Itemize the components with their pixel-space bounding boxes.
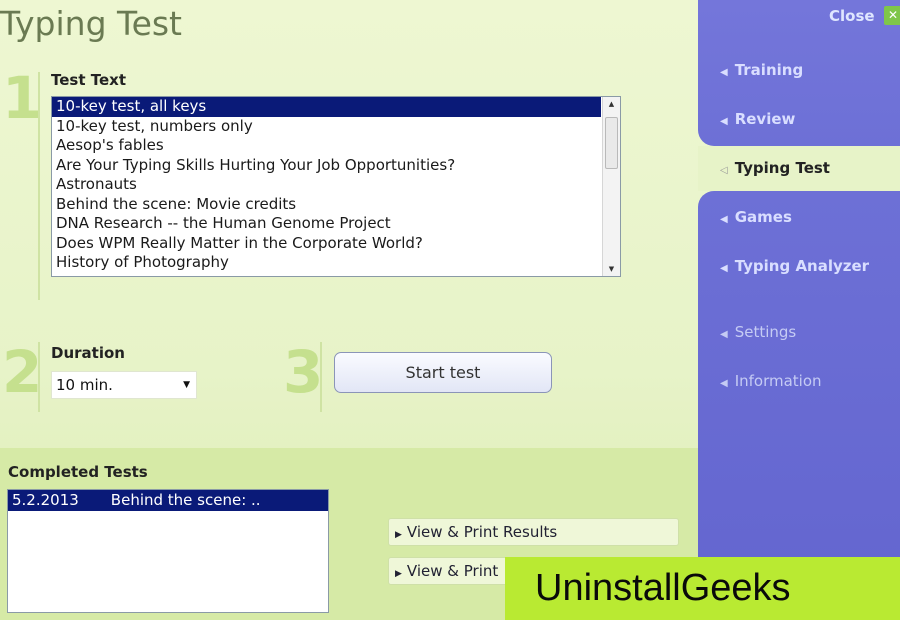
sidebar-item-label: Typing Test bbox=[734, 159, 830, 177]
triangle-left-icon: ◀ bbox=[720, 263, 728, 274]
scroll-down-icon[interactable]: ▼ bbox=[603, 262, 620, 276]
triangle-left-icon: ◀ bbox=[720, 67, 728, 78]
list-item[interactable]: Are Your Typing Skills Hurting Your Job … bbox=[52, 156, 601, 176]
start-test-button[interactable]: Start test bbox=[334, 352, 552, 393]
list-item[interactable]: Aesop's fables bbox=[52, 136, 601, 156]
sidebar-item-label: Review bbox=[734, 110, 796, 128]
sidebar-item-settings[interactable]: ◀ Settings bbox=[720, 323, 796, 341]
step-1-divider bbox=[38, 72, 40, 300]
scroll-thumb[interactable] bbox=[605, 117, 618, 169]
close-icon[interactable]: ✕ bbox=[884, 6, 900, 25]
scroll-up-icon[interactable]: ▲ bbox=[603, 97, 620, 111]
list-item[interactable]: Does WPM Really Matter in the Corporate … bbox=[52, 234, 601, 254]
play-icon: ▶ bbox=[395, 530, 402, 540]
completed-name: Behind the scene: .. bbox=[110, 491, 261, 509]
list-item[interactable]: 10-key test, numbers only bbox=[52, 117, 601, 137]
view-print-results-label: View & Print Results bbox=[406, 523, 558, 541]
sidebar-bottom bbox=[698, 191, 900, 620]
duration-select[interactable]: 10 min. ▼ bbox=[51, 371, 197, 399]
triangle-left-icon: ◀ bbox=[720, 329, 728, 340]
completed-date: 5.2.2013 bbox=[12, 491, 79, 509]
triangle-left-icon: ◀ bbox=[720, 214, 728, 225]
step-3-divider bbox=[320, 342, 322, 412]
sidebar-item-games[interactable]: ◀ Games bbox=[720, 208, 792, 226]
sidebar-item-review[interactable]: ◀ Review bbox=[720, 110, 795, 128]
sidebar-item-label: Games bbox=[734, 208, 792, 226]
triangle-left-icon: ◀ bbox=[720, 378, 728, 389]
triangle-left-icon: ◁ bbox=[720, 165, 728, 176]
sidebar-item-typing-analyzer[interactable]: ◀ Typing Analyzer bbox=[720, 257, 869, 275]
sidebar-item-label: Settings bbox=[734, 323, 797, 341]
sidebar-item-information[interactable]: ◀ Information bbox=[720, 372, 822, 390]
view-print-label: View & Print bbox=[406, 562, 499, 580]
listbox-scrollbar[interactable]: ▲ ▼ bbox=[602, 97, 620, 276]
page-title: Typing Test bbox=[0, 4, 182, 43]
test-text-listbox[interactable]: 10-key test, all keys 10-key test, numbe… bbox=[51, 96, 621, 277]
chevron-down-icon[interactable]: ▼ bbox=[183, 372, 190, 398]
sidebar-item-typing-test[interactable]: ◁ Typing Test bbox=[720, 159, 830, 177]
list-item[interactable]: Behind the scene: Movie credits bbox=[52, 195, 601, 215]
step-3-number: 3 bbox=[283, 338, 324, 406]
list-item[interactable]: History of Photography bbox=[52, 253, 601, 273]
test-text-label: Test Text bbox=[51, 71, 126, 89]
play-icon: ▶ bbox=[395, 569, 402, 579]
sidebar-item-label: Information bbox=[734, 372, 822, 390]
list-item[interactable]: DNA Research -- the Human Genome Project bbox=[52, 214, 601, 234]
close-label[interactable]: Close bbox=[829, 7, 875, 25]
duration-value: 10 min. bbox=[56, 376, 113, 394]
duration-label: Duration bbox=[51, 344, 125, 362]
sidebar-item-label: Training bbox=[734, 61, 804, 79]
triangle-left-icon: ◀ bbox=[720, 116, 728, 127]
step-1-number: 1 bbox=[2, 64, 43, 132]
table-row[interactable]: 5.2.2013 Behind the scene: .. bbox=[8, 490, 328, 511]
step-2-number: 2 bbox=[2, 338, 43, 406]
list-item[interactable]: 10-key test, all keys bbox=[52, 97, 601, 117]
sidebar-item-training[interactable]: ◀ Training bbox=[720, 61, 803, 79]
sidebar-item-label: Typing Analyzer bbox=[734, 257, 870, 275]
view-print-results-button[interactable]: ▶ View & Print Results bbox=[388, 518, 679, 546]
watermark-banner: UninstallGeeks bbox=[505, 557, 900, 620]
list-item[interactable]: Astronauts bbox=[52, 175, 601, 195]
completed-tests-label: Completed Tests bbox=[8, 463, 148, 481]
step-2-divider bbox=[38, 342, 40, 412]
completed-tests-list[interactable]: 5.2.2013 Behind the scene: .. bbox=[7, 489, 329, 613]
